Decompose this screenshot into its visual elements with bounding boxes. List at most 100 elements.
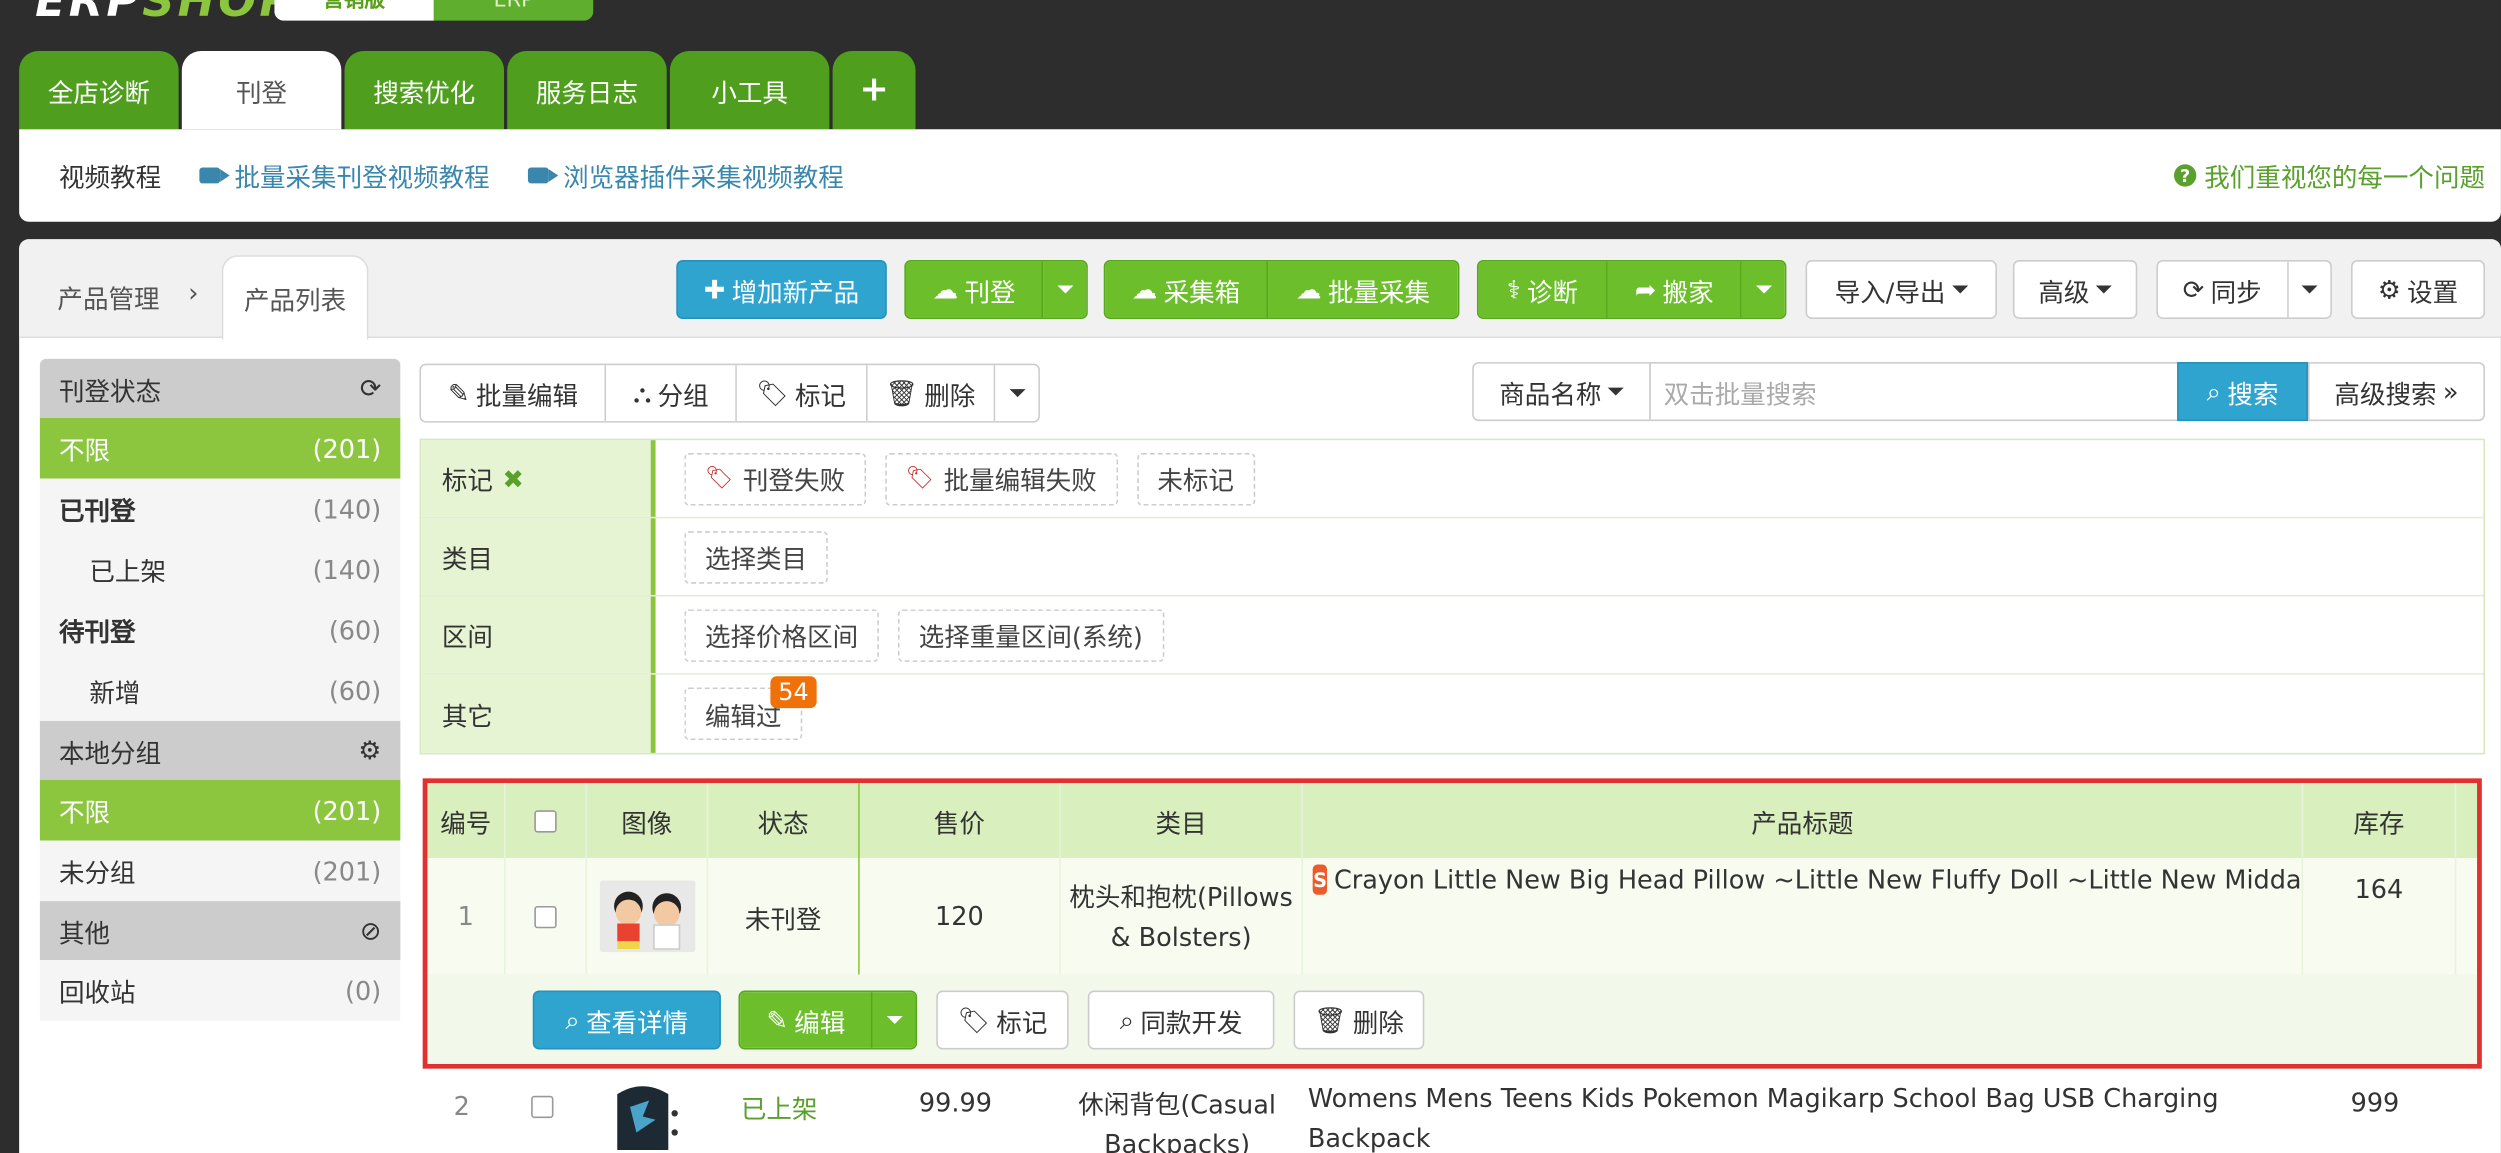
row-title[interactable]: Womens Mens Teens Kids Pokemon Magikarp …: [1298, 1072, 2298, 1153]
refresh-icon: ⟳: [2182, 274, 2205, 305]
tag-publish-failed[interactable]: 🏷 刊登失败: [684, 452, 866, 505]
button-label: 编辑: [794, 1007, 846, 1038]
status-pending[interactable]: 待刊登 (60): [39, 599, 401, 661]
breadcrumb-parent[interactable]: 产品管理: [57, 278, 159, 316]
edition-marketing[interactable]: 营销版: [274, 0, 434, 21]
filter-row-other: 其它 编辑过 54: [421, 674, 2483, 753]
button-label: 搜索: [2227, 378, 2279, 410]
row-status: 已上架: [740, 1094, 818, 1125]
table-row[interactable]: 1 未刊登 120 枕头和抱枕(Pillows & Bolsters) S Cra…: [427, 858, 2478, 975]
filter-key: 类目: [421, 518, 656, 595]
edit-dropdown-toggle[interactable]: [873, 992, 916, 1048]
select-price-range[interactable]: 选择价格区间: [684, 608, 879, 662]
search-button[interactable]: ⌕ 搜索: [2177, 362, 2308, 422]
group-button[interactable]: ⛬ 分组: [606, 365, 737, 422]
row-category: 休闲背包(Casual Backpacks): [1078, 1089, 1276, 1153]
collect-box-button[interactable]: ☁ 采集箱: [1105, 261, 1269, 318]
publish-dropdown-toggle[interactable]: [1043, 261, 1087, 318]
row-checkbox[interactable]: [534, 905, 557, 928]
tag-label: 未标记: [1157, 465, 1234, 497]
recycle-bin[interactable]: 回收站 (0): [39, 960, 401, 1021]
settings-button[interactable]: ⚙ 设置: [2351, 259, 2486, 319]
publish-button[interactable]: ☁ 刊登: [905, 261, 1044, 318]
tutorial-bar: 视频教程 批量采集刊登视频教程 浏览器插件采集视频教程 ? 我们重视您的每一个问题: [19, 129, 2501, 222]
batch-collect-button[interactable]: ☁ 批量采集: [1268, 261, 1458, 318]
button-label: 标记: [794, 380, 847, 411]
plus-icon: ✚: [703, 274, 726, 305]
row-stock: 999: [2350, 1087, 2400, 1119]
tag-icon: 🏷: [905, 465, 934, 492]
filter-panel: 标记 ✖ 🏷 刊登失败 🏷 批量编辑失败 未标记 类目 选择类目 区间 选择价格区间 …: [419, 438, 2486, 755]
search-icon: ⌕: [2206, 375, 2221, 406]
row-price: 99.99: [918, 1087, 992, 1119]
select-weight-range[interactable]: 选择重量区间(系统): [898, 608, 1164, 662]
advanced-search-button[interactable]: 高级搜索»: [2307, 362, 2486, 422]
tab-service-log[interactable]: 服务日志: [507, 51, 667, 130]
edit-button[interactable]: ✎ 编辑: [740, 992, 874, 1048]
import-export-dropdown[interactable]: 导入/导出: [1805, 259, 1997, 319]
button-label: 批量编辑: [475, 380, 579, 411]
row-checkbox[interactable]: [530, 1095, 553, 1119]
browser-plugin-tutorial-link[interactable]: 浏览器插件采集视频教程: [527, 156, 844, 194]
app-root: ERPSHOP 营销版 ERP 全店诊断 刊登 搜索优化 服务日志 小工具 + …: [0, 0, 2501, 1153]
sync-button[interactable]: ⟳ 同步: [2158, 261, 2289, 318]
tab-store-diagnosis[interactable]: 全店诊断: [19, 51, 179, 130]
search-input[interactable]: 双击批量搜索: [1649, 362, 2179, 422]
filter-key: 其它: [421, 674, 656, 753]
tag-edited[interactable]: 编辑过 54: [684, 676, 817, 741]
tab-publish[interactable]: 刊登: [181, 51, 342, 130]
button-label: 设置: [2407, 276, 2459, 308]
move-dropdown-toggle[interactable]: [1742, 261, 1785, 318]
edition-erp[interactable]: ERP: [433, 0, 594, 21]
select-all-checkbox[interactable]: [534, 809, 557, 832]
status-published[interactable]: 已刊登 (140): [39, 478, 401, 540]
edit-icon: ✎: [448, 378, 470, 409]
add-product-button[interactable]: ✚ 增加新产品: [676, 259, 887, 319]
move-button[interactable]: ➦ 搬家: [1608, 261, 1743, 318]
product-thumbnail[interactable]: [594, 1078, 691, 1150]
status-listed[interactable]: 已上架 (140): [39, 539, 401, 600]
tag-unmarked[interactable]: 未标记: [1136, 452, 1255, 505]
item-count: (0): [345, 975, 382, 1006]
tag-icon: 🏷: [957, 1004, 990, 1036]
status-all[interactable]: 不限 (201): [39, 417, 401, 479]
select-category[interactable]: 选择类目: [684, 530, 828, 583]
button-label: 删除: [924, 380, 976, 411]
group-all[interactable]: 不限 (201): [39, 779, 401, 841]
clear-filter-icon[interactable]: ✖: [502, 463, 523, 493]
row-mark-button[interactable]: 🏷 标记: [936, 990, 1069, 1050]
view-details-button[interactable]: ⌕ 查看详情: [532, 990, 721, 1050]
title-text[interactable]: Crayon Little New Big Head Pillow ~Littl…: [1334, 864, 2302, 894]
product-thumbnail[interactable]: [598, 880, 695, 953]
tab-search-optimize[interactable]: 搜索优化: [344, 51, 505, 130]
tab-tools[interactable]: 小工具: [669, 51, 830, 130]
col-stock: 库存: [2303, 783, 2457, 859]
search-field-select[interactable]: 商品名称: [1472, 362, 1651, 422]
gear-icon[interactable]: ⚙: [358, 735, 381, 765]
sitemap-icon: ⛬: [633, 377, 652, 408]
batch-edit-button[interactable]: ✎ 批量编辑: [421, 365, 607, 422]
help-link[interactable]: ? 我们重视您的每一个问题: [2173, 156, 2485, 194]
advanced-dropdown[interactable]: 高级: [2012, 259, 2138, 319]
tag-label: 批量编辑失败: [943, 465, 1097, 497]
refresh-icon[interactable]: ⟳: [360, 373, 381, 403]
diagnose-button[interactable]: ⚕ 诊断: [1478, 261, 1609, 318]
item-label: 未分组: [59, 858, 136, 889]
table-row[interactable]: 2 已上架 99.99 休闲背包(Casual Backpacks) Women…: [422, 1071, 2482, 1153]
batch-collect-tutorial-link[interactable]: 批量采集刊登视频教程: [199, 156, 490, 194]
group-ungrouped[interactable]: 未分组 (201): [39, 840, 401, 902]
bulk-more-dropdown[interactable]: [995, 365, 1039, 422]
tag-batch-edit-failed[interactable]: 🏷 批量编辑失败: [884, 452, 1118, 505]
breadcrumb-current[interactable]: 产品列表: [221, 255, 369, 340]
local-group-header: 本地分组 ⚙: [39, 720, 401, 780]
mark-button[interactable]: 🏷 标记: [736, 365, 867, 422]
sync-dropdown-toggle[interactable]: [2288, 261, 2331, 318]
row-delete-button[interactable]: 🗑 删除: [1293, 990, 1425, 1050]
row-stock: 164: [2303, 858, 2457, 975]
delete-button[interactable]: 🗑 删除: [866, 365, 996, 422]
similar-develop-button[interactable]: ⌕ 同款开发: [1087, 990, 1275, 1050]
button-label: 分组: [657, 380, 709, 411]
tab-add-button[interactable]: +: [832, 51, 916, 130]
button-label: 批量采集: [1327, 276, 1430, 308]
status-new[interactable]: 新增 (60): [39, 660, 401, 721]
